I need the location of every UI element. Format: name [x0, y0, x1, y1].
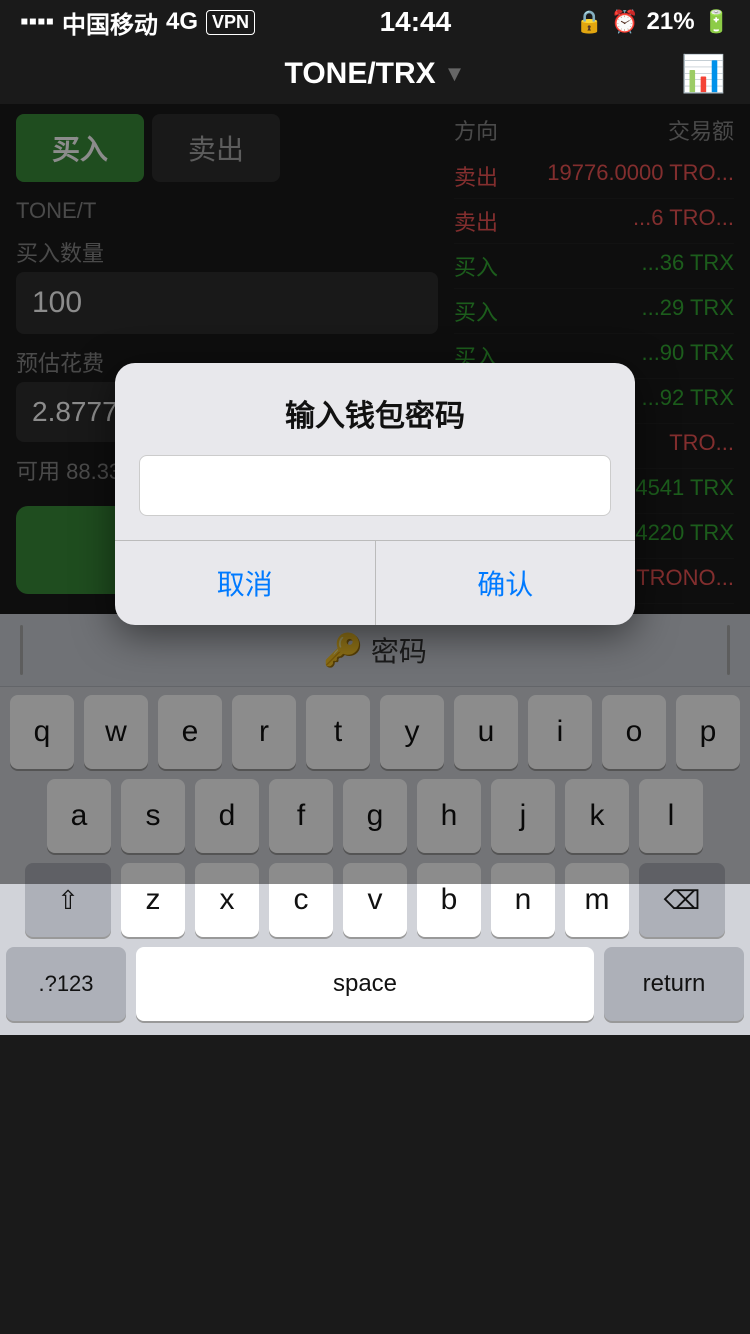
alarm-icon: ⏰ — [611, 9, 638, 35]
carrier-label: 中国移动 — [62, 5, 158, 40]
battery-icon: 🔋 — [703, 9, 730, 35]
network-type: 4G — [166, 8, 198, 36]
chart-icon[interactable]: 📊 — [681, 53, 726, 95]
vpn-badge: VPN — [206, 10, 255, 35]
header-title[interactable]: TONE/TRX ▼ — [285, 57, 466, 91]
password-input[interactable] — [154, 470, 596, 501]
key-row-4: .?123 space return — [6, 947, 744, 1031]
num-special-key[interactable]: .?123 — [6, 947, 126, 1021]
signal-icon: ▪▪▪▪ — [20, 8, 54, 36]
status-left: ▪▪▪▪ 中国移动 4G VPN — [20, 5, 255, 40]
pair-title: TONE/TRX — [285, 57, 436, 91]
pair-dropdown-arrow: ▼ — [444, 61, 466, 87]
status-right: 🔒 ⏰ 21% 🔋 — [576, 8, 730, 36]
modal-box: 输入钱包密码 取消 确认 — [115, 363, 635, 625]
modal-buttons: 取消 确认 — [115, 540, 635, 625]
space-key[interactable]: space — [136, 947, 594, 1021]
header: TONE/TRX ▼ 📊 — [0, 44, 750, 104]
return-key[interactable]: return — [604, 947, 744, 1021]
modal-input-wrapper[interactable] — [139, 455, 611, 516]
confirm-button[interactable]: 确认 — [376, 541, 636, 625]
modal-overlay: 输入钱包密码 取消 确认 — [0, 104, 750, 884]
status-bar: ▪▪▪▪ 中国移动 4G VPN 14:44 🔒 ⏰ 21% 🔋 — [0, 0, 750, 44]
cancel-button[interactable]: 取消 — [115, 541, 376, 625]
battery-percent: 21% — [647, 8, 695, 36]
status-time: 14:44 — [380, 6, 452, 38]
lock-icon: 🔒 — [576, 9, 603, 35]
modal-title: 输入钱包密码 — [115, 363, 635, 455]
